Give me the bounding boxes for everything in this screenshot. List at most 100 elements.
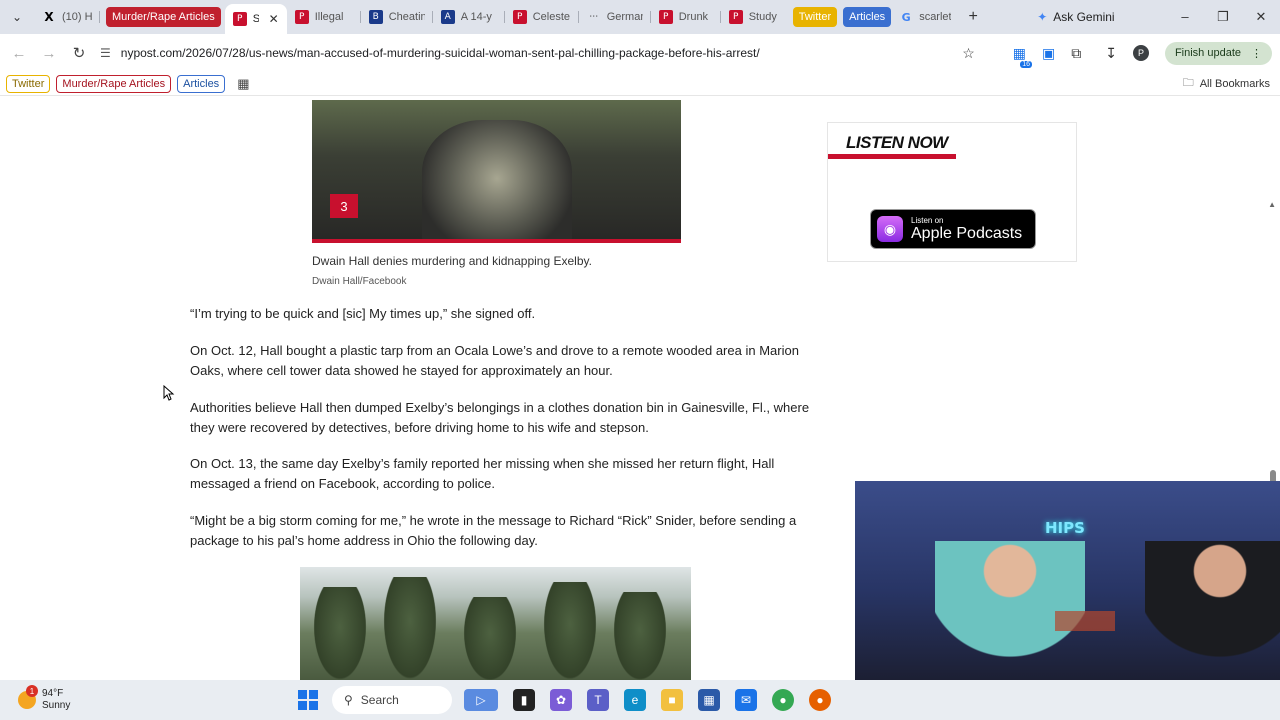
tree-shape bbox=[310, 587, 370, 680]
tab-cheatin[interactable]: B Cheatin bbox=[361, 4, 433, 30]
address-bar[interactable]: ☰ nypost.com/2026/07/28/us-news/man-accu… bbox=[100, 46, 760, 60]
doc-icon: A bbox=[440, 10, 455, 24]
chrome-icon[interactable]: ● bbox=[772, 689, 794, 711]
tab-label: Illegal bbox=[314, 11, 344, 23]
ask-gemini-button[interactable]: ✦ Ask Gemini bbox=[1037, 10, 1114, 24]
tab-group-murder[interactable]: Murder/Rape Articles bbox=[106, 7, 221, 27]
nypost-icon: P bbox=[658, 10, 673, 24]
tab-label: scarlet bbox=[919, 11, 952, 23]
mail-icon[interactable]: ✉ bbox=[735, 689, 757, 711]
taskbar-apps: ▷ ▮ ✿ T e ■ ▦ ✉ ● ● bbox=[464, 689, 831, 711]
teams-icon[interactable]: T bbox=[587, 689, 609, 711]
nypost-icon: P bbox=[294, 10, 309, 24]
tab-group-twitter[interactable]: Twitter bbox=[792, 7, 838, 27]
bookmark-murder-articles[interactable]: Murder/Rape Articles bbox=[56, 74, 172, 93]
tab-label: Drunk bbox=[678, 11, 709, 23]
bookmark-twitter[interactable]: Twitter bbox=[6, 74, 51, 93]
tab-german[interactable]: ⋯ German bbox=[579, 4, 651, 30]
temperature: 94°F bbox=[42, 688, 64, 699]
tab-label: (10) Hi bbox=[62, 11, 92, 23]
finish-update-button[interactable]: Finish update ⋮ bbox=[1164, 41, 1272, 65]
tab-study[interactable]: P Study bbox=[721, 4, 789, 30]
nypost-icon: P bbox=[512, 10, 527, 24]
tree-shape bbox=[610, 592, 670, 680]
search-icon: ⚲ bbox=[344, 693, 353, 707]
gemini-label: Ask Gemini bbox=[1053, 10, 1115, 24]
podcast-small-label: Listen on bbox=[911, 215, 944, 225]
tab-x[interactable]: X (10) Hi bbox=[34, 4, 100, 30]
weather-badge: 1 bbox=[26, 685, 38, 697]
tab-label: A 14-y bbox=[460, 11, 492, 23]
game-app-icon[interactable]: ▷ bbox=[464, 689, 498, 711]
tab-group-label: Murder/Rape Articles bbox=[112, 11, 215, 23]
tab-drunk[interactable]: P Drunk bbox=[651, 4, 721, 30]
tab-14y[interactable]: A A 14-y bbox=[433, 4, 505, 30]
close-icon[interactable]: ✕ bbox=[269, 12, 279, 26]
tree-shape bbox=[380, 577, 440, 680]
file-explorer-icon[interactable]: ■ bbox=[661, 689, 683, 711]
tab-strip: ⌄ X (10) Hi Murder/Rape Articles P So ✕ … bbox=[0, 0, 1280, 34]
photo-credit: Dwain Hall/Facebook bbox=[312, 276, 407, 287]
podcast-icon: ◉ bbox=[877, 216, 903, 242]
firefox-icon[interactable]: ● bbox=[809, 689, 831, 711]
minimize-icon[interactable]: – bbox=[1166, 9, 1204, 25]
dots-icon: ⋯ bbox=[589, 12, 599, 22]
doc-icon: B bbox=[368, 10, 383, 24]
scroll-up-icon[interactable]: ▲ bbox=[1268, 200, 1276, 209]
extension-icon[interactable]: ▦ 16 bbox=[1013, 45, 1032, 68]
tab-illegal[interactable]: P Illegal bbox=[287, 4, 361, 30]
avatar[interactable]: P bbox=[1132, 45, 1149, 61]
all-bookmarks[interactable]: 🗀 All Bookmarks bbox=[1183, 74, 1280, 93]
article-photo-forest[interactable] bbox=[300, 567, 691, 680]
tab-active-nypost[interactable]: P So ✕ bbox=[224, 4, 287, 34]
forward-icon[interactable]: → bbox=[34, 45, 64, 62]
url-text[interactable]: nypost.com/2026/07/28/us-news/man-accuse… bbox=[121, 46, 760, 60]
tab-label: So bbox=[252, 13, 259, 25]
new-tab-icon[interactable]: + bbox=[959, 8, 987, 26]
apple-podcasts-button[interactable]: ◉ Listen on Apple Podcasts bbox=[870, 209, 1036, 249]
window-close-icon[interactable]: ✕ bbox=[1242, 9, 1280, 25]
restore-icon[interactable]: ❐ bbox=[1204, 9, 1242, 25]
reload-icon[interactable]: ↻ bbox=[64, 44, 94, 62]
listen-now-widget: LISTEN NOW ◉ Listen on Apple Podcasts bbox=[827, 122, 1077, 262]
tab-search-chevron-icon[interactable]: ⌄ bbox=[0, 0, 34, 34]
tab-celeste[interactable]: P Celeste bbox=[505, 4, 579, 30]
copilot-icon[interactable]: ✿ bbox=[550, 689, 572, 711]
windows-start-icon[interactable] bbox=[298, 690, 318, 710]
nypost-icon: P bbox=[232, 12, 247, 26]
all-bookmarks-label: All Bookmarks bbox=[1199, 77, 1270, 90]
tab-group-articles[interactable]: Articles bbox=[843, 7, 892, 27]
desk-lights bbox=[1055, 611, 1115, 631]
photo-figure bbox=[422, 120, 572, 239]
site-info-icon[interactable]: ☰ bbox=[100, 46, 111, 60]
google-icon: G bbox=[901, 10, 911, 24]
screenshot-icon[interactable]: ▣ bbox=[1042, 45, 1055, 62]
apps-grid-icon[interactable]: ▦ bbox=[237, 76, 249, 92]
browser-toolbar: ← → ↻ ☰ nypost.com/2026/07/28/us-news/ma… bbox=[0, 34, 1280, 72]
tab-label: Study bbox=[748, 11, 777, 23]
weather-widget[interactable]: 1 94°F Sunny bbox=[0, 685, 290, 712]
photo-caption: Dwain Hall denies murdering and kidnappi… bbox=[312, 254, 592, 268]
kebab-menu-icon[interactable]: ⋮ bbox=[1251, 47, 1262, 60]
tree-shape bbox=[460, 597, 520, 680]
bookmark-articles[interactable]: Articles bbox=[177, 74, 226, 93]
article-paragraph: Authorities believe Hall then dumped Exe… bbox=[190, 400, 810, 435]
sun-icon: 1 bbox=[18, 685, 38, 709]
back-icon[interactable]: ← bbox=[4, 45, 34, 62]
window-controls: – ❐ ✕ bbox=[1166, 9, 1280, 25]
article-photo[interactable]: 3 bbox=[312, 100, 681, 243]
nypost-icon: P bbox=[728, 10, 743, 24]
gemini-star-icon: ✦ bbox=[1037, 10, 1048, 24]
bookmark-star-icon[interactable]: ☆ bbox=[962, 45, 975, 62]
tab-google[interactable]: G scarlet bbox=[891, 4, 959, 30]
puzzle-icon[interactable]: ⧉ bbox=[1071, 45, 1081, 62]
store-icon[interactable]: ▦ bbox=[698, 689, 720, 711]
terminal-icon[interactable]: ▮ bbox=[513, 689, 535, 711]
taskbar-search[interactable]: ⚲ Search bbox=[332, 686, 452, 714]
download-icon[interactable]: ↧ bbox=[1105, 45, 1117, 62]
mouse-cursor-icon bbox=[163, 385, 175, 401]
bookmarks-bar: Twitter Murder/Rape Articles Articles ▦ … bbox=[0, 72, 1280, 96]
finish-update-label: Finish update bbox=[1174, 47, 1241, 59]
edge-icon[interactable]: e bbox=[624, 689, 646, 711]
neon-sign: HIPS bbox=[1045, 519, 1085, 537]
